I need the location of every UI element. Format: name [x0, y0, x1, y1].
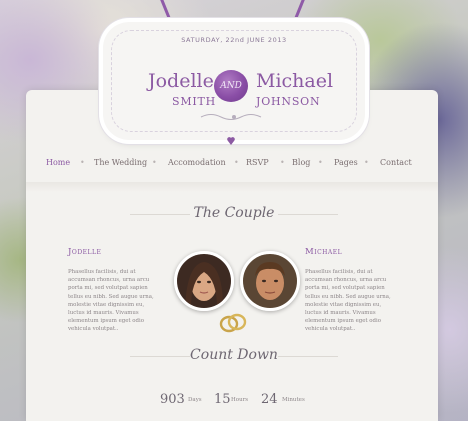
bride-name-heading: Jodelle: [68, 247, 102, 257]
groom-last-name: JOHNSON: [256, 95, 321, 108]
main-nav: Home • The Wedding • Accomodation • RSVP…: [26, 158, 438, 174]
heart-pendant-icon: [227, 136, 235, 148]
flourish-icon: [200, 114, 262, 120]
wedding-date: SATURDAY, 22nd JUNE 2013: [181, 36, 287, 44]
seal-text: AND: [220, 81, 242, 91]
nav-accomodation[interactable]: Accomodation: [168, 158, 226, 167]
nav-separator: •: [318, 158, 323, 167]
wedding-rings-icon: [218, 312, 248, 334]
countdown-days-value: 903: [160, 392, 185, 407]
bride-bio: Phasellus facilisis, dui at accumsan rho…: [68, 269, 154, 333]
bride-first-name: Jodelle: [148, 70, 214, 92]
nav-blog[interactable]: Blog: [292, 158, 310, 167]
nav-separator: •: [152, 158, 157, 167]
countdown-minutes-label: Minutes: [282, 397, 305, 403]
nav-rsvp[interactable]: RSVP: [246, 158, 269, 167]
nav-the-wedding[interactable]: The Wedding: [94, 158, 147, 167]
bride-last-name: SMITH: [172, 95, 217, 108]
groom-photo[interactable]: [240, 251, 300, 311]
ornament-flourish-icon: [0, 112, 468, 125]
countdown-hours-value: 15: [214, 392, 231, 407]
groom-bio: Phasellus facilisis, dui at accumsan rho…: [305, 269, 391, 333]
nav-separator: •: [80, 158, 85, 167]
nav-contact[interactable]: Contact: [380, 158, 412, 167]
nav-separator: •: [364, 158, 369, 167]
wax-seal-icon: AND: [214, 70, 248, 102]
countdown-days-label: Days: [188, 397, 202, 403]
countdown-hours-label: Hours: [231, 397, 249, 403]
nav-shadow-divider: [26, 182, 438, 192]
countdown-minutes-value: 24: [261, 392, 278, 407]
nav-pages[interactable]: Pages: [334, 158, 358, 167]
groom-portrait-icon: [243, 254, 297, 308]
nav-separator: •: [234, 158, 239, 167]
groom-first-name: Michael: [256, 70, 334, 92]
groom-name-heading: Michael: [305, 247, 343, 257]
bride-photo[interactable]: [174, 251, 234, 311]
bride-portrait-icon: [177, 254, 231, 308]
nav-home[interactable]: Home: [46, 158, 70, 167]
couple-section-title: The Couple: [193, 205, 275, 221]
nav-separator: •: [280, 158, 285, 167]
countdown-section-title: Count Down: [190, 347, 278, 363]
